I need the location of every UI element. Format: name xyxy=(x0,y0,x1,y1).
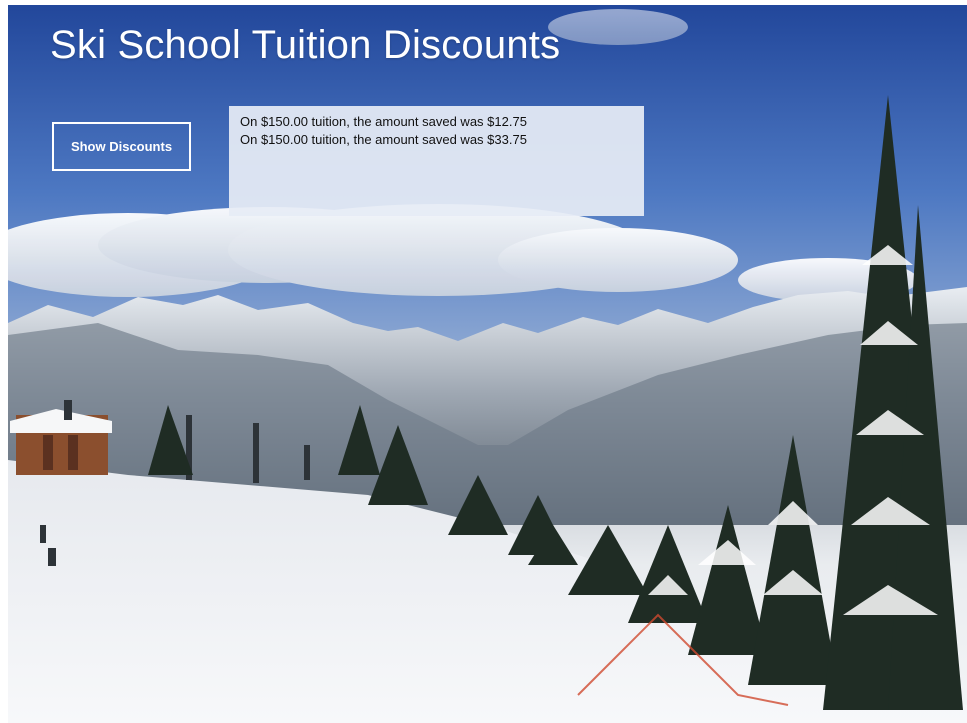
result-line-1: On $150.00 tuition, the amount saved was… xyxy=(240,114,527,129)
page-title: Ski School Tuition Discounts xyxy=(50,23,561,67)
show-discounts-button[interactable]: Show Discounts xyxy=(52,122,191,171)
result-line-2: On $150.00 tuition, the amount saved was… xyxy=(240,132,527,147)
discount-results-panel: On $150.00 tuition, the amount saved was… xyxy=(229,106,644,216)
app-window: Ski School Tuition Discounts Show Discou… xyxy=(8,5,967,723)
